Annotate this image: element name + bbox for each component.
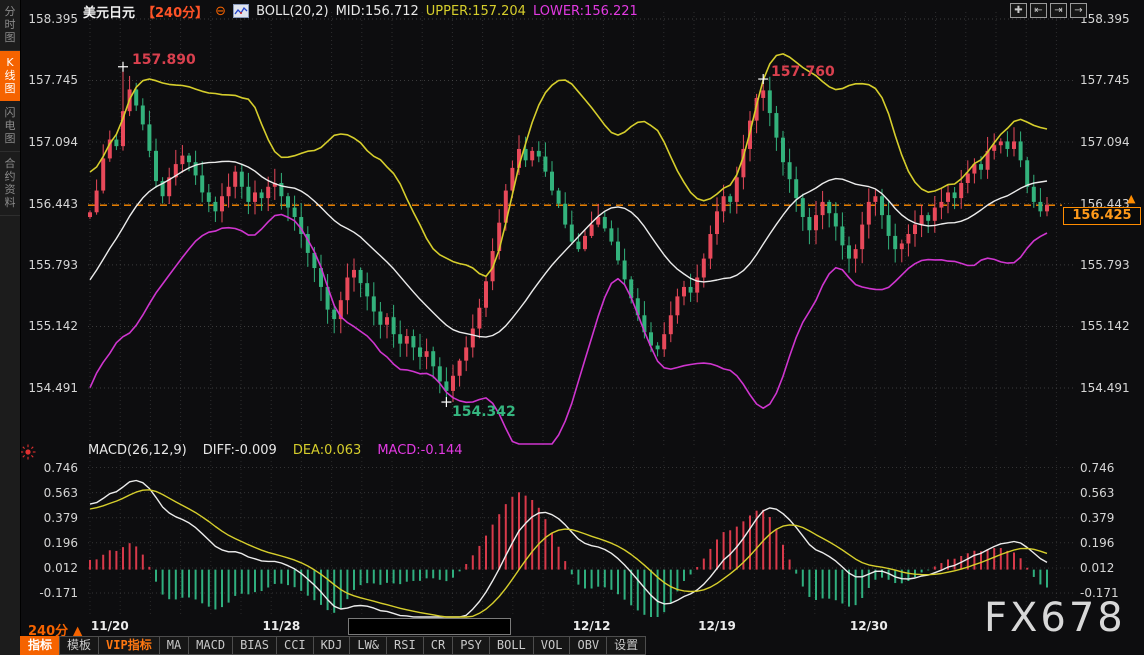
boll-name: BOLL(20,2) xyxy=(256,4,329,19)
tab-bias[interactable]: BIAS xyxy=(232,636,277,655)
axis-label: 157.745 xyxy=(20,73,78,87)
sidebar-item-contract-info[interactable]: 合约资料 xyxy=(0,152,20,216)
axis-label: 157.094 xyxy=(20,135,78,149)
axis-label: 0.196 xyxy=(1080,536,1140,550)
tab-rsi[interactable]: RSI xyxy=(386,636,424,655)
tab-psy[interactable]: PSY xyxy=(452,636,490,655)
indicator-toolbar: 指标模板VIP指标MAMACDBIASCCIKDJLW&RSICRPSYBOLL… xyxy=(20,636,645,655)
trading-app: { "header": { "symbol": "美元日元", "period"… xyxy=(0,0,1144,655)
high-annotation-1: 157.890 xyxy=(132,52,196,68)
axis-label: 0.563 xyxy=(20,486,78,500)
axis-label: -0.171 xyxy=(20,586,78,600)
last-price-box: 156.425 xyxy=(1063,207,1141,225)
date-tick: 11/20 xyxy=(88,619,132,633)
macd-header: MACD(26,12,9) DIFF:-0.009 DEA:0.063 MACD… xyxy=(88,443,463,458)
candlestick-macd-chart[interactable] xyxy=(0,0,1144,655)
date-tick: 12/12 xyxy=(570,619,614,633)
sidebar-item-flash-chart[interactable]: 闪电图 xyxy=(0,101,20,152)
axis-label: 155.142 xyxy=(20,319,78,333)
chart-type-sidebar: 分时图K线图闪电图合约资料 xyxy=(0,0,21,655)
sidebar-item-time-chart[interactable]: 分时图 xyxy=(0,0,20,51)
axis-label: 0.379 xyxy=(20,511,78,525)
boll-lower-value: LOWER:156.221 xyxy=(533,4,638,19)
chart-header: 美元日元 【240分】 ⊖ BOLL(20,2) MID:156.712 UPP… xyxy=(83,3,638,19)
axis-label: -0.171 xyxy=(1080,586,1140,600)
pan-right-icon[interactable]: → xyxy=(1070,3,1087,18)
tab-settings[interactable]: 设置 xyxy=(606,636,646,655)
date-tick: 12/19 xyxy=(695,619,739,633)
axis-label: 0.196 xyxy=(20,536,78,550)
price-up-arrow-icon: ▲ xyxy=(1127,193,1135,204)
tab-kdj[interactable]: KDJ xyxy=(313,636,351,655)
date-tick: 12/30 xyxy=(847,619,891,633)
tab-obv[interactable]: OBV xyxy=(569,636,607,655)
view-controls: ✚⇤⇥→ xyxy=(1010,3,1087,18)
tab-template[interactable]: 模板 xyxy=(59,636,99,655)
boll-mid-value: MID:156.712 xyxy=(336,4,419,19)
live-indicator-icon xyxy=(20,444,36,464)
high-annotation-2: 157.760 xyxy=(771,64,835,80)
axis-label: 0.563 xyxy=(1080,486,1140,500)
time-axis: 11/20 11/28 12/12 12/19 12/30 xyxy=(0,618,1144,635)
axis-label: 155.142 xyxy=(1080,319,1140,333)
period-label[interactable]: 【240分】 xyxy=(142,2,208,21)
axis-label: 158.395 xyxy=(20,12,78,26)
axis-label: 154.491 xyxy=(20,381,78,395)
axis-label: 156.443 xyxy=(20,197,78,211)
axis-label: 0.746 xyxy=(1080,461,1140,475)
axis-label: 154.491 xyxy=(1080,381,1140,395)
tab-cr[interactable]: CR xyxy=(423,636,453,655)
axis-label: 0.012 xyxy=(1080,561,1140,575)
axis-label: 157.745 xyxy=(1080,73,1140,87)
axis-label: 158.395 xyxy=(1080,12,1140,26)
mini-chart-icon[interactable] xyxy=(233,4,249,18)
macd-diff-value: DIFF:-0.009 xyxy=(203,443,277,458)
move-icon[interactable]: ✚ xyxy=(1010,3,1027,18)
tab-vip-indicator[interactable]: VIP指标 xyxy=(98,636,160,655)
axis-label: 0.379 xyxy=(1080,511,1140,525)
macd-dea-value: DEA:0.063 xyxy=(293,443,362,458)
scrollbar-thumb[interactable] xyxy=(348,618,511,635)
boll-upper-value: UPPER:157.204 xyxy=(426,4,526,19)
date-tick: 11/28 xyxy=(259,619,303,633)
axis-label: 155.793 xyxy=(20,258,78,272)
tab-lwr[interactable]: LW& xyxy=(349,636,387,655)
zoom-in-icon[interactable]: ⇤ xyxy=(1030,3,1047,18)
tab-boll[interactable]: BOLL xyxy=(489,636,534,655)
symbol-title: 美元日元 xyxy=(83,2,135,21)
macd-title: MACD(26,12,9) xyxy=(88,443,187,458)
low-annotation: 154.342 xyxy=(452,404,516,420)
tab-indicator[interactable]: 指标 xyxy=(20,636,60,655)
collapse-icon[interactable]: ⊖ xyxy=(215,5,226,18)
tab-vol[interactable]: VOL xyxy=(533,636,571,655)
sidebar-item-kline-chart[interactable]: K线图 xyxy=(0,51,20,101)
axis-label: 155.793 xyxy=(1080,258,1140,272)
tab-ma[interactable]: MA xyxy=(159,636,189,655)
macd-macd-value: MACD:-0.144 xyxy=(377,443,462,458)
tab-cci[interactable]: CCI xyxy=(276,636,314,655)
tab-macd[interactable]: MACD xyxy=(188,636,233,655)
axis-label: 157.094 xyxy=(1080,135,1140,149)
axis-label: 0.012 xyxy=(20,561,78,575)
zoom-out-icon[interactable]: ⇥ xyxy=(1050,3,1067,18)
